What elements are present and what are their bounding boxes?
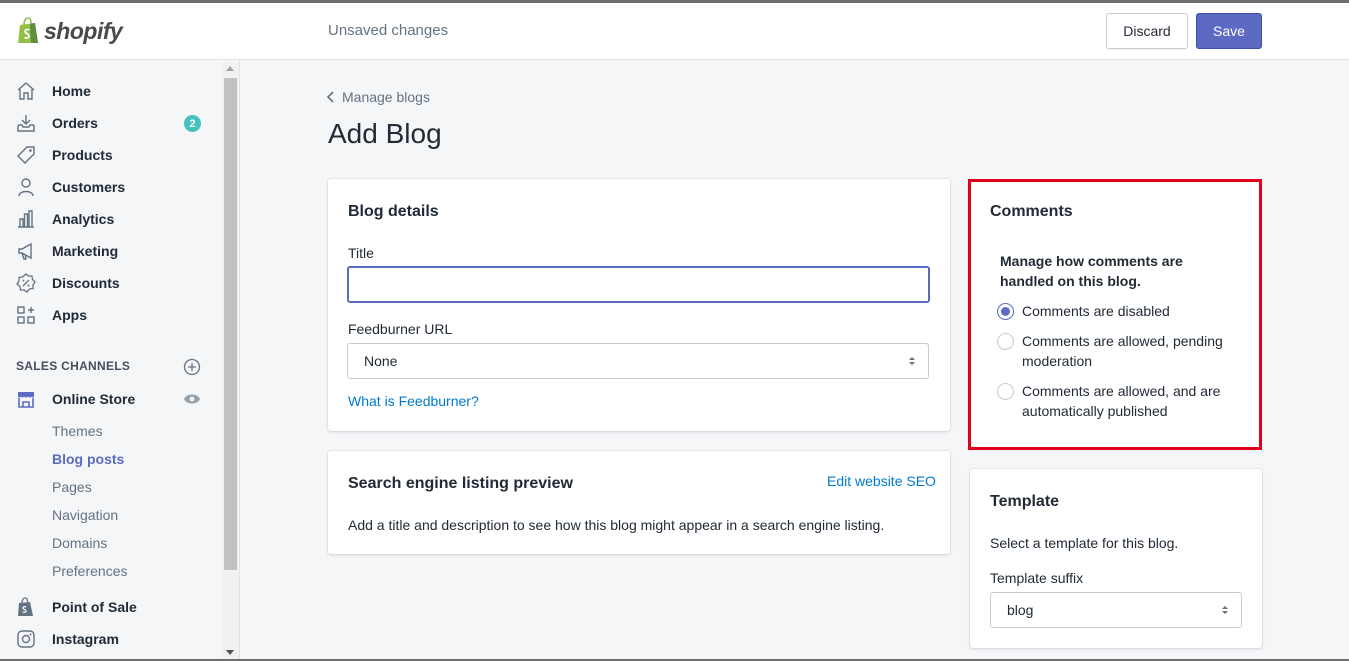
unsaved-changes-label: Unsaved changes	[328, 22, 449, 39]
seo-card	[328, 451, 950, 554]
sidebar-item-label: Point of Sale	[52, 599, 137, 615]
sidebar-item-instagram[interactable]: Instagram	[0, 623, 222, 655]
sidebar-item-label: Instagram	[52, 631, 119, 647]
discard-button[interactable]: Discard	[1106, 13, 1188, 49]
sidebar-item-themes[interactable]: Themes	[0, 417, 222, 445]
sidebar-item-label: Online Store	[52, 391, 136, 407]
title-input[interactable]	[347, 266, 930, 303]
orders-count-badge: 2	[184, 115, 201, 132]
brand-name: shopify	[44, 17, 123, 44]
add-sales-channel-icon[interactable]	[183, 358, 201, 376]
sidebar-item-apps[interactable]: Apps	[0, 299, 222, 331]
radio-button[interactable]	[997, 333, 1014, 350]
sidebar-item-orders[interactable]: Orders 2	[0, 107, 222, 139]
sidebar-item-preferences[interactable]: Preferences	[0, 557, 222, 585]
comments-option-disabled[interactable]: Comments are disabled	[997, 301, 1232, 321]
template-title: Template	[990, 493, 1060, 510]
online-store-subnav: Themes Blog posts Pages Navigation Domai…	[0, 417, 222, 585]
select-arrows-icon	[909, 357, 915, 365]
comments-title: Comments	[990, 203, 1073, 220]
feedburner-value: None	[364, 353, 398, 369]
sidebar-item-label: Apps	[52, 307, 87, 323]
sidebar-item-products[interactable]: Products	[0, 139, 222, 171]
radio-button[interactable]	[997, 383, 1014, 400]
eye-icon[interactable]	[183, 392, 201, 406]
radio-label: Comments are allowed, pending moderation	[1022, 333, 1223, 369]
sidebar-item-label: Products	[52, 147, 113, 163]
shopify-logo-icon	[18, 17, 38, 43]
bar-chart-icon	[16, 209, 36, 229]
feedburner-select[interactable]: None	[347, 343, 929, 379]
template-description: Select a template for this blog.	[990, 535, 1179, 551]
edit-website-seo-link[interactable]: Edit website SEO	[827, 473, 936, 489]
sidebar-item-label: Customers	[52, 179, 126, 195]
breadcrumb-link[interactable]: Manage blogs	[342, 89, 430, 105]
store-icon	[16, 389, 36, 409]
instagram-icon	[16, 629, 36, 649]
online-store-row[interactable]: Online Store	[0, 383, 222, 415]
sales-channels-header: SALES CHANNELS	[16, 359, 131, 373]
sidebar-item-domains[interactable]: Domains	[0, 529, 222, 557]
feedburner-label: Feedburner URL	[348, 321, 453, 337]
template-suffix-label: Template suffix	[990, 570, 1084, 586]
sidebar-item-blog-posts[interactable]: Blog posts	[0, 445, 222, 473]
title-label: Title	[348, 245, 374, 261]
sidebar-scrollbar[interactable]	[222, 62, 239, 659]
home-icon	[16, 81, 36, 101]
apps-icon	[16, 305, 36, 325]
comments-option-auto-publish[interactable]: Comments are allowed, and are automatica…	[997, 381, 1232, 421]
sidebar-item-analytics[interactable]: Analytics	[0, 203, 222, 235]
person-icon	[16, 177, 36, 197]
sidebar-item-online-store[interactable]: Online Store	[0, 383, 222, 415]
sidebar-item-label: Marketing	[52, 243, 119, 259]
save-button[interactable]: Save	[1196, 13, 1262, 49]
bottom-nav: Point of Sale Instagram	[0, 591, 222, 655]
scroll-thumb[interactable]	[224, 78, 237, 570]
blog-details-title: Blog details	[348, 203, 439, 220]
chevron-left-icon	[326, 91, 334, 103]
logo[interactable]: shopify	[0, 3, 240, 60]
sidebar-item-home[interactable]: Home	[0, 75, 222, 107]
sidebar-item-customers[interactable]: Customers	[0, 171, 222, 203]
discount-icon	[16, 273, 36, 293]
seo-title: Search engine listing preview	[348, 475, 573, 492]
sidebar-item-marketing[interactable]: Marketing	[0, 235, 222, 267]
radio-button[interactable]	[997, 303, 1014, 320]
radio-label: Comments are disabled	[1022, 303, 1170, 319]
breadcrumb[interactable]: Manage blogs	[326, 89, 430, 105]
template-suffix-value: blog	[1007, 602, 1034, 618]
orders-icon	[16, 113, 36, 133]
comments-option-moderation[interactable]: Comments are allowed, pending moderation	[997, 331, 1232, 371]
page-title: Add Blog	[328, 118, 442, 149]
sidebar-item-discounts[interactable]: Discounts	[0, 267, 222, 299]
sidebar-item-label: Home	[52, 83, 91, 99]
main-nav: Home Orders 2 Products Customers Analyti…	[0, 75, 222, 331]
scroll-up-arrow-icon[interactable]	[226, 66, 234, 71]
sidebar-item-label: Orders	[52, 115, 98, 131]
tag-icon	[16, 145, 36, 165]
sidebar-item-navigation[interactable]: Navigation	[0, 501, 222, 529]
sidebar-item-point-of-sale[interactable]: Point of Sale	[0, 591, 222, 623]
sidebar-item-pages[interactable]: Pages	[0, 473, 222, 501]
shopify-bag-icon	[16, 597, 36, 617]
radio-label: Comments are allowed, and are automatica…	[1022, 383, 1221, 419]
template-suffix-select[interactable]: blog	[990, 592, 1242, 628]
sidebar-item-label: Analytics	[52, 211, 115, 227]
seo-description: Add a title and description to see how t…	[348, 517, 885, 533]
select-arrows-icon	[1222, 606, 1228, 614]
sidebar-item-label: Discounts	[52, 275, 120, 291]
scroll-down-arrow-icon[interactable]	[226, 650, 234, 655]
comments-subtitle: Manage how comments are handled on this …	[1000, 253, 1183, 289]
sidebar: shopify Home Orders 2 Products Customers…	[0, 3, 240, 659]
what-is-feedburner-link[interactable]: What is Feedburner?	[348, 393, 479, 409]
megaphone-icon	[16, 241, 36, 261]
top-bar: Unsaved changes Discard Save	[240, 3, 1349, 60]
